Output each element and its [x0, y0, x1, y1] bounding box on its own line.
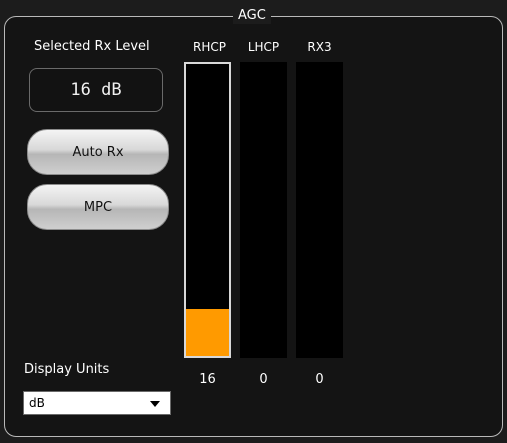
meter-value-rhcp: 16 — [199, 372, 216, 387]
dropdown-arrow-icon[interactable] — [150, 401, 160, 407]
agc-group-title: AGC — [233, 8, 271, 24]
meter-header-lhcp: LHCP — [247, 40, 280, 54]
meter-value-lhcp: 0 — [259, 372, 268, 387]
display-units-select[interactable]: dB — [23, 391, 171, 415]
auto-rx-button-label: Auto Rx — [72, 144, 124, 160]
meter-header-rhcp: RHCP — [193, 40, 226, 54]
mpc-button-label: MPC — [83, 199, 113, 215]
mpc-button[interactable]: MPC — [27, 184, 169, 230]
selected-rx-level-label: Selected Rx Level — [34, 39, 150, 54]
meter-rx3[interactable] — [296, 62, 343, 358]
selected-rx-level-display: 16 dB — [29, 68, 163, 112]
meter-rhcp[interactable] — [184, 62, 231, 358]
meter-lhcp[interactable] — [240, 62, 287, 358]
selected-rx-level-value: 16 dB — [70, 80, 122, 100]
auto-rx-button[interactable]: Auto Rx — [27, 129, 169, 175]
meter-header-rx3: RX3 — [307, 40, 332, 54]
display-units-selected-value: dB — [29, 396, 45, 410]
meter-rhcp-fill — [186, 309, 229, 356]
display-units-label: Display Units — [24, 362, 110, 377]
agc-panel: AGC Selected Rx Level 16 dB Auto Rx MPC … — [0, 0, 507, 443]
meter-value-rx3: 0 — [315, 372, 324, 387]
